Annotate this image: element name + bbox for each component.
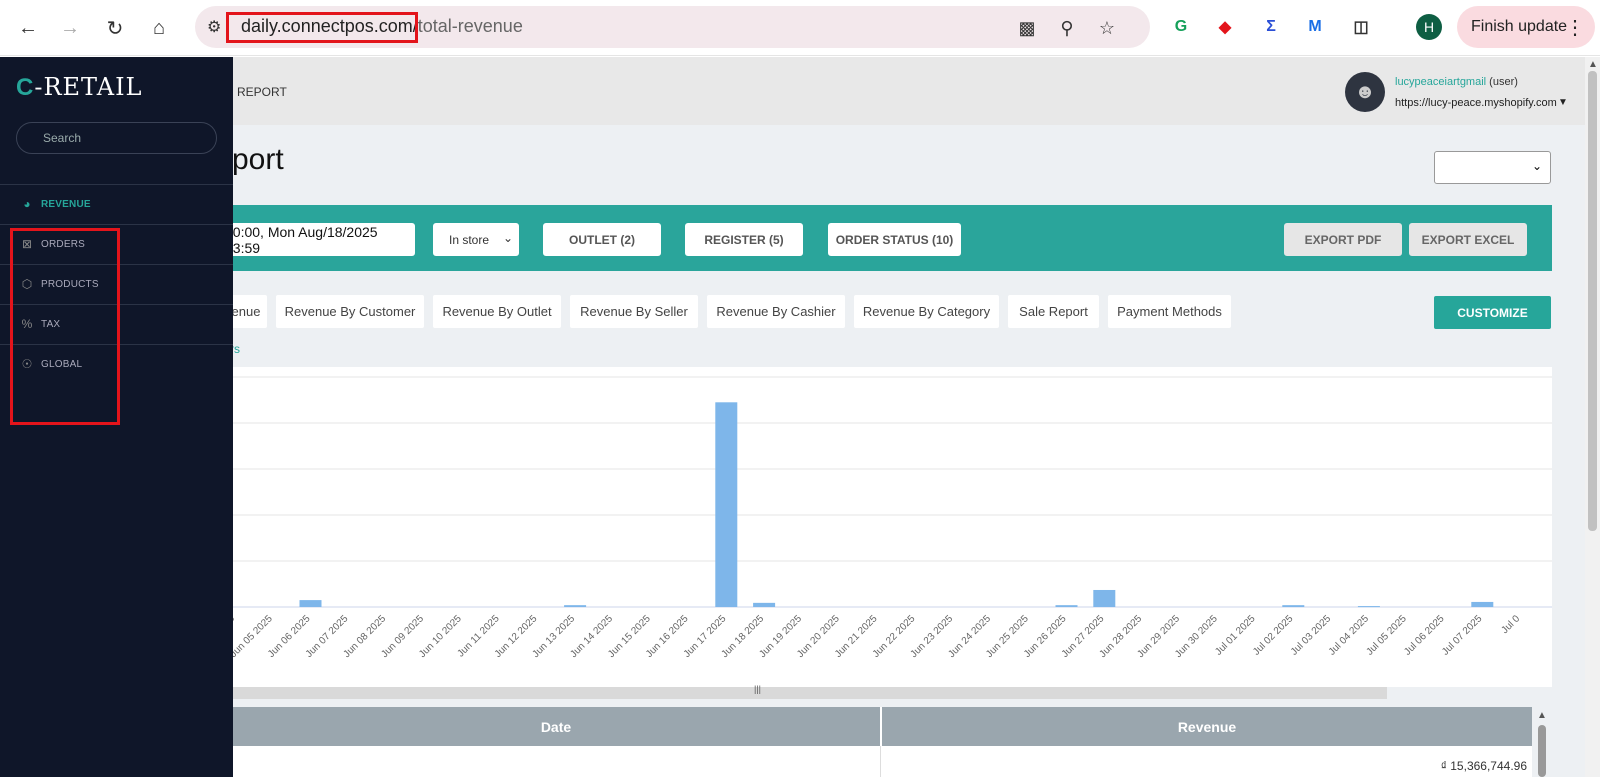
tab-revenue-by-outlet[interactable]: Revenue By Outlet (433, 295, 561, 328)
column-header-revenue[interactable]: Revenue (882, 707, 1532, 746)
customize-button[interactable]: CUSTOMIZE (1434, 296, 1551, 329)
chart-bar[interactable] (715, 402, 738, 607)
page-title: port (232, 143, 284, 176)
chart-bar[interactable] (1055, 605, 1078, 607)
logo-text: -RETAIL (34, 73, 143, 101)
table-divider (880, 746, 881, 777)
scroll-up-icon[interactable]: ▲ (1588, 59, 1598, 70)
tab-revenue-by-seller[interactable]: Revenue By Seller (570, 295, 698, 328)
annotation-highlight-url (226, 12, 418, 43)
breadcrumb[interactable]: REPORT (237, 85, 287, 99)
sidebar-item-label: REVENUE (41, 199, 91, 210)
chart-bar[interactable] (564, 605, 587, 607)
channel-select[interactable]: In store ⌄ (433, 223, 519, 256)
export-excel-button[interactable]: EXPORT EXCEL (1409, 223, 1527, 256)
revenue-table: Date Revenue ₫ 15,366,744.96 (232, 707, 1532, 777)
more-menu-icon[interactable]: ⋮ (1565, 15, 1585, 40)
chart-bar[interactable] (299, 600, 322, 607)
user-name: lucypeaceiartgmail (user) (1395, 76, 1518, 88)
chevron-down-icon: ⌄ (1531, 159, 1542, 173)
user-avatar-icon[interactable]: ☻ (1345, 72, 1385, 112)
scroll-up-icon[interactable]: ▲ (1537, 710, 1547, 721)
sidebar-search-input[interactable] (16, 122, 217, 154)
tab-revenue-by-cashier[interactable]: Revenue By Cashier (707, 295, 845, 328)
report-select[interactable]: ⌄ (1434, 151, 1551, 184)
table-scrollbar[interactable]: ▲ (1535, 707, 1549, 777)
app-header: REPORT ☻ lucypeaceiartgmail (user) https… (0, 57, 1585, 125)
revenue-chart: 04 2025Jun 05 2025Jun 06 2025Jun 07 2025… (232, 367, 1552, 687)
caret-down-icon[interactable]: ▼ (1558, 97, 1568, 108)
chart-scrollbar[interactable]: ||| (232, 684, 1387, 699)
reload-icon[interactable]: ↻ (97, 10, 133, 46)
channel-label: In store (449, 232, 490, 247)
extensions-puzzle-icon[interactable]: ◫ (1348, 14, 1374, 40)
sidebar-item-revenue[interactable]: ◕ REVENUE (0, 184, 233, 224)
grammarly-extension-icon[interactable]: G (1168, 14, 1194, 40)
filter-bar: 00:00, Mon Aug/18/2025 23:59 In store ⌄ O… (225, 205, 1552, 271)
user-name-text: lucypeaceiartgmail (1395, 76, 1487, 88)
bookmark-star-icon[interactable]: ☆ (1095, 16, 1119, 40)
chart-bar[interactable] (1282, 605, 1305, 607)
user-role: (user) (1489, 76, 1518, 88)
tab-revenue-by-category[interactable]: Revenue By Category (854, 295, 999, 328)
back-icon[interactable]: ← (10, 10, 46, 46)
zoom-icon[interactable]: ⚲ (1055, 16, 1079, 40)
chart-bar[interactable] (753, 602, 776, 607)
page-scrollbar[interactable]: ▲ (1585, 57, 1600, 777)
extension-diamond-icon[interactable]: ◆ (1212, 14, 1238, 40)
tab-payment-methods[interactable]: Payment Methods (1108, 295, 1231, 328)
chart-bar[interactable] (1093, 589, 1116, 607)
table-cell-revenue: ₫ 15,366,744.96 (1440, 759, 1527, 773)
install-app-icon[interactable]: ▩ (1015, 16, 1039, 40)
browser-toolbar: ← → ↻ ⌂ ⚙ daily.connectpos.com/total-rev… (0, 0, 1600, 56)
order-status-button[interactable]: ORDER STATUS (10) (828, 223, 961, 256)
tab-revenue-by-customer[interactable]: Revenue By Customer (276, 295, 424, 328)
extension-sigma-icon[interactable]: Σ (1258, 14, 1284, 40)
chart-bar[interactable] (1357, 606, 1380, 608)
chart-pie-icon: ◕ (23, 197, 31, 211)
profile-avatar[interactable]: H (1416, 14, 1442, 40)
forward-icon[interactable]: → (52, 10, 88, 46)
home-icon[interactable]: ⌂ (141, 10, 177, 46)
sidebar: C-RETAIL ◕ REVENUE ⊠ ORDERS ⬡ PRODUCTS %… (0, 57, 233, 777)
url-path: total-revenue (417, 16, 523, 36)
export-pdf-button[interactable]: EXPORT PDF (1284, 223, 1402, 256)
register-button[interactable]: REGISTER (5) (685, 223, 803, 256)
table-scroll-thumb[interactable] (1538, 725, 1546, 777)
finish-update-button[interactable]: Finish update ⋮ (1457, 6, 1595, 48)
annotation-highlight-nav (10, 228, 120, 425)
finish-update-label: Finish update (1471, 18, 1568, 35)
date-range-picker[interactable]: 00:00, Mon Aug/18/2025 23:59 (225, 223, 415, 256)
column-header-date[interactable]: Date (232, 707, 880, 746)
site-info-icon[interactable]: ⚙ (207, 17, 227, 37)
chevron-down-icon: ⌄ (502, 231, 513, 245)
app-logo[interactable]: C-RETAIL (16, 73, 143, 102)
scroll-grip-icon: ||| (754, 684, 762, 694)
tab-sale-report[interactable]: Sale Report (1008, 295, 1099, 328)
chart-x-tick-label: Jul 07 2025 (1440, 613, 1485, 658)
report-page: REPORT ☻ lucypeaceiartgmail (user) https… (0, 57, 1600, 777)
chart-bar[interactable] (1471, 601, 1494, 607)
store-url[interactable]: https://lucy-peace.myshopify.com (1395, 97, 1557, 109)
logo-letter: C (16, 74, 35, 101)
malwarebytes-extension-icon[interactable]: M (1302, 14, 1328, 40)
revenue-bar-chart: 04 2025Jun 05 2025Jun 06 2025Jun 07 2025… (232, 376, 1552, 660)
page-scroll-thumb[interactable] (1588, 71, 1597, 531)
chart-x-tick-label: Jul 0 (1500, 613, 1523, 636)
outlet-button[interactable]: OUTLET (2) (543, 223, 661, 256)
